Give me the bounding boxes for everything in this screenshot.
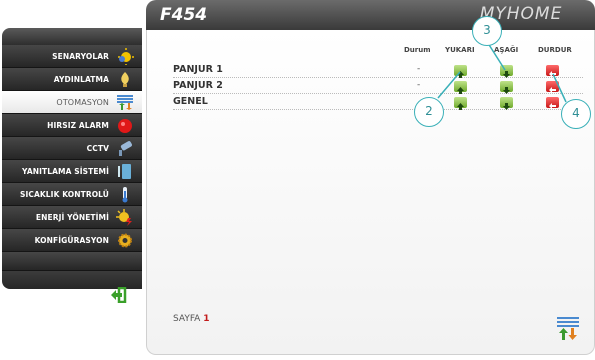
sidebar-item-label: SICAKLIK KONTROLÜ [19,190,109,199]
status-value: - [417,64,421,74]
sidebar-item-sicaklik-kontrolu[interactable]: SICAKLIK KONTROLÜ [2,183,142,206]
sidebar-spacer [2,252,142,271]
page-number: 1 [203,314,210,324]
sidebar-item-label: ENERJİ YÖNETİMİ [35,213,109,222]
intercom-icon [118,164,131,179]
row-divider [173,77,583,78]
stop-icon [549,71,556,77]
row-label-panjur-1: PANJUR 1 [173,64,223,75]
alarm-icon [118,119,132,133]
stop-icon [549,103,556,109]
arrow-down-icon [503,103,510,110]
callout-2: 2 [414,97,444,127]
down-button[interactable] [500,97,513,110]
camera-icon [119,141,132,156]
row-label-genel: GENEL [173,96,208,107]
arrow-down-icon [503,87,510,94]
gear-icon [118,233,132,248]
sidebar-item-otomasyon[interactable]: OTOMASYON [2,91,142,114]
shutter-icon [117,95,133,110]
main-panel [146,30,595,355]
sidebar-item-konfigurasyon[interactable]: KONFİGÜRASYON [2,229,142,252]
sidebar-item-label: AYDINLATMA [53,75,109,84]
row-divider [173,109,583,110]
stop-button[interactable] [546,81,559,93]
sidebar-item-cctv[interactable]: CCTV [2,137,142,160]
sidebar: SENARYOLAR AYDINLATMA OTOMASYON HIRSIZ A… [2,28,142,360]
row-divider [173,93,583,94]
lightbulb-icon [121,72,129,87]
sidebar-item-enerji-yonetimi[interactable]: ENERJİ YÖNETİMİ [2,206,142,229]
sidebar-item-yanitlama-sistemi[interactable]: YANITLAMA SİSTEMİ [2,160,142,183]
sidebar-item-label: OTOMASYON [56,98,109,107]
page-title: F454 [160,5,208,25]
stop-icon [549,87,556,93]
sidebar-top [2,28,142,45]
down-button[interactable] [500,65,513,78]
thermometer-icon [122,187,128,203]
callout-3: 3 [472,16,502,46]
sidebar-item-senaryolar[interactable]: SENARYOLAR [2,45,142,68]
status-value: - [417,80,421,90]
down-button[interactable] [500,81,513,94]
sidebar-item-label: YANITLAMA SİSTEMİ [22,167,109,176]
sun-icon [118,48,134,65]
page-indicator: SAYFA 1 [173,314,209,324]
back-arrow-icon[interactable] [110,287,127,303]
stop-button[interactable] [546,65,559,77]
sidebar-item-label: KONFİGÜRASYON [34,236,109,245]
callout-4: 4 [561,99,591,129]
sidebar-item-label: SENARYOLAR [52,52,109,61]
sidebar-item-aydinlatma[interactable]: AYDINLATMA [2,68,142,91]
up-button[interactable] [454,97,467,110]
arrow-up-icon [457,87,464,94]
row-label-panjur-2: PANJUR 2 [173,80,223,91]
up-button[interactable] [454,65,467,78]
shutter-group-icon[interactable] [556,316,580,340]
sidebar-item-label: CCTV [86,144,109,153]
column-header-stop: DURDUR [538,46,572,54]
column-header-down: AŞAĞI [494,46,519,54]
sidebar-item-hirsiz-alarm[interactable]: HIRSIZ ALARM [2,114,142,137]
arrow-up-icon [457,71,464,78]
energy-icon [116,209,132,226]
page-label: SAYFA [173,314,201,324]
column-header-status: Durum [404,46,431,54]
up-button[interactable] [454,81,467,94]
stop-button[interactable] [546,97,559,109]
arrow-up-icon [457,103,464,110]
column-header-up: YUKARI [445,46,475,54]
sidebar-item-label: HIRSIZ ALARM [47,121,109,130]
arrow-down-icon [503,71,510,78]
